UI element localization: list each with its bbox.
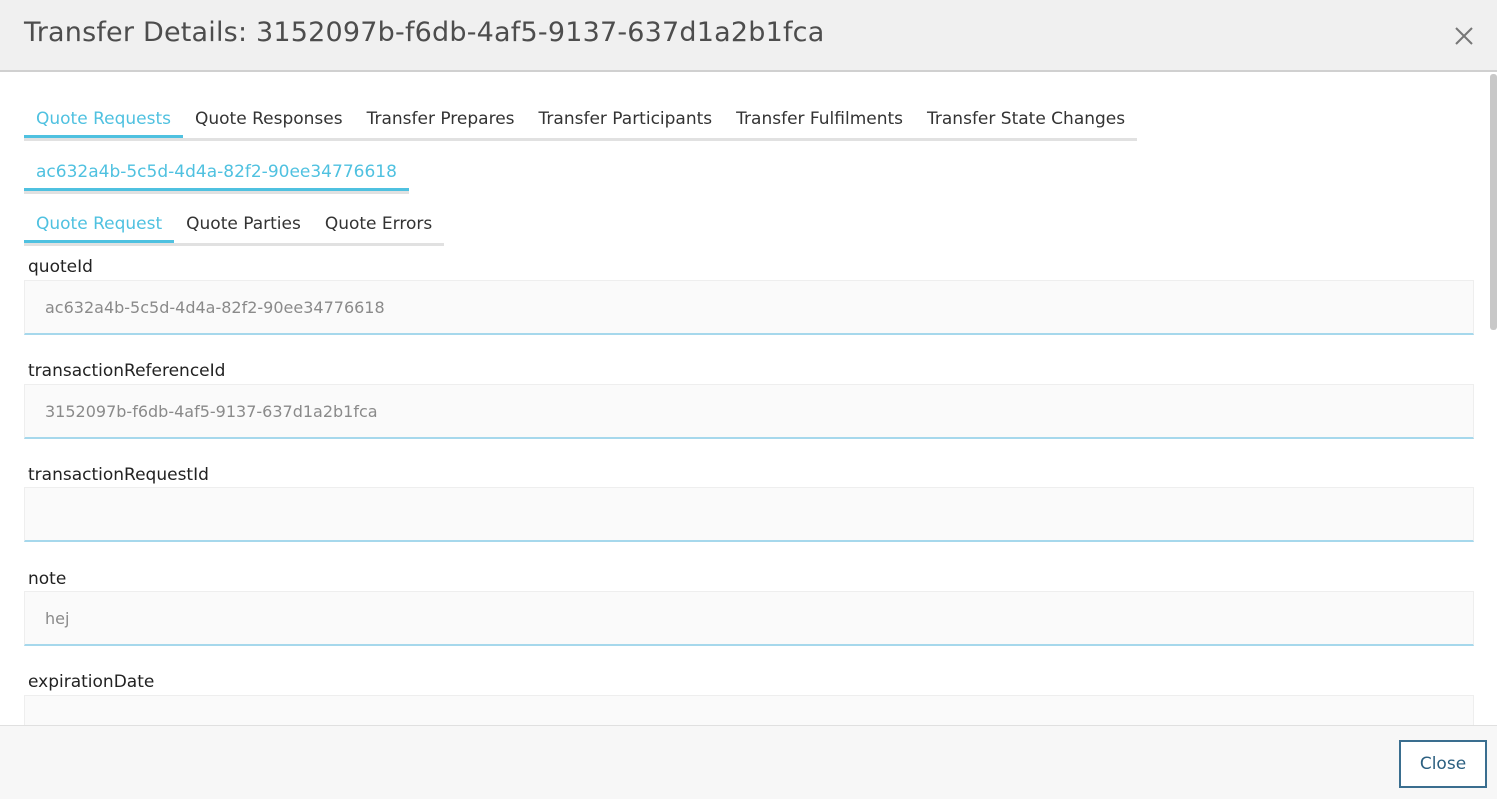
modal-footer: Close [0,725,1497,799]
transaction-reference-id-field[interactable]: 3152097b-f6db-4af5-9137-637d1a2b1fca [24,384,1474,439]
tab-quote-responses[interactable]: Quote Responses [183,103,355,138]
tab-transfer-prepares[interactable]: Transfer Prepares [355,103,527,138]
close-icon[interactable] [1450,22,1478,50]
tab-transfer-state-changes[interactable]: Transfer State Changes [915,103,1137,138]
field-label-quote-id: quoteId [28,257,93,277]
quote-tabs: ac632a4b-5c5d-4d4a-82f2-90ee34776618 [24,156,409,194]
close-button[interactable]: Close [1399,740,1487,788]
main-tabs: Quote Requests Quote Responses Transfer … [24,103,1138,141]
tab-quote-requests[interactable]: Quote Requests [24,103,183,138]
tab-quote-parties[interactable]: Quote Parties [174,208,313,243]
sub-tabs: Quote Request Quote Parties Quote Errors [24,208,445,246]
tab-quote-id[interactable]: ac632a4b-5c5d-4d4a-82f2-90ee34776618 [24,156,409,191]
tab-transfer-fulfilments[interactable]: Transfer Fulfilments [724,103,915,138]
quote-id-field[interactable]: ac632a4b-5c5d-4d4a-82f2-90ee34776618 [24,280,1474,335]
modal-body: Quote Requests Quote Responses Transfer … [0,74,1490,725]
field-label-transaction-reference-id: transactionReferenceId [28,361,226,381]
field-label-expiration-date: expirationDate [28,672,155,692]
tab-transfer-participants[interactable]: Transfer Participants [527,103,725,138]
field-label-transaction-request-id: transactionRequestId [28,465,209,485]
tab-quote-request[interactable]: Quote Request [24,208,175,243]
field-label-note: note [28,569,67,589]
expiration-date-field[interactable] [24,695,1474,725]
tab-quote-errors[interactable]: Quote Errors [313,208,444,243]
scrollbar-thumb[interactable] [1490,74,1497,330]
note-field[interactable]: hej [24,591,1474,646]
transaction-request-id-field[interactable] [24,487,1474,542]
modal-header: Transfer Details: 3152097b-f6db-4af5-913… [0,0,1497,72]
modal-title: Transfer Details: 3152097b-f6db-4af5-913… [24,17,825,48]
